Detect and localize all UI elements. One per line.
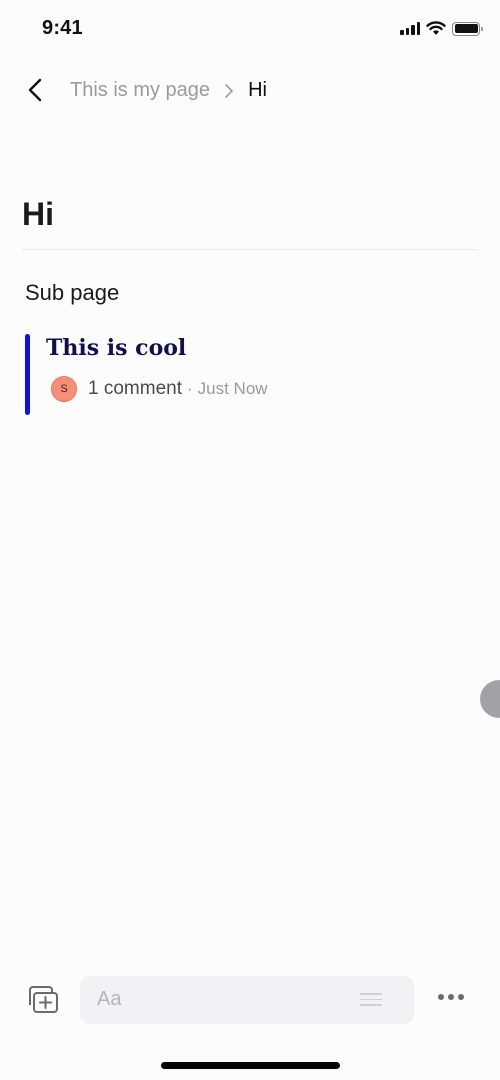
more-dot — [458, 994, 464, 1000]
scroll-handle[interactable] — [480, 680, 500, 718]
commented-text: This is cool — [46, 335, 187, 361]
more-horizontal-icon — [438, 994, 444, 1000]
avatar: S — [51, 376, 77, 402]
breadcrumb: This is my page Hi — [70, 79, 267, 102]
subpage-link[interactable]: Sub page — [25, 280, 119, 306]
comment-timestamp: Just Now — [197, 379, 268, 398]
meta-separator: · — [186, 379, 193, 398]
status-icons — [400, 21, 483, 36]
comment-thread[interactable]: This is cool S 1 comment · Just Now — [25, 334, 425, 415]
status-bar: 9:41 — [0, 0, 500, 60]
home-indicator — [161, 1062, 340, 1069]
navigation-bar: This is my page Hi — [0, 70, 500, 112]
bottom-toolbar: Aa — [0, 976, 500, 1024]
more-dot — [448, 994, 454, 1000]
text-lines-icon — [360, 993, 382, 1007]
comment-accent-bar — [25, 334, 30, 415]
page-title[interactable]: Hi — [22, 196, 54, 233]
text-input-placeholder: Aa — [97, 988, 122, 1010]
text-input[interactable]: Aa — [80, 976, 414, 1024]
cellular-signal-icon — [400, 22, 420, 35]
back-button[interactable] — [22, 76, 50, 104]
chevron-right-icon — [224, 83, 234, 99]
breadcrumb-parent-link[interactable]: This is my page — [70, 79, 210, 102]
breadcrumb-current: Hi — [248, 79, 267, 101]
status-time: 9:41 — [42, 17, 83, 39]
comment-count: 1 comment — [88, 378, 182, 399]
chevron-left-icon — [28, 78, 42, 102]
more-button[interactable] — [438, 994, 464, 1000]
add-page-button[interactable] — [25, 985, 59, 1015]
comment-meta: S 1 comment · Just Now — [51, 376, 268, 402]
battery-icon — [452, 21, 483, 36]
add-page-icon — [29, 986, 58, 1013]
title-divider — [22, 249, 478, 250]
wifi-icon — [426, 21, 446, 35]
